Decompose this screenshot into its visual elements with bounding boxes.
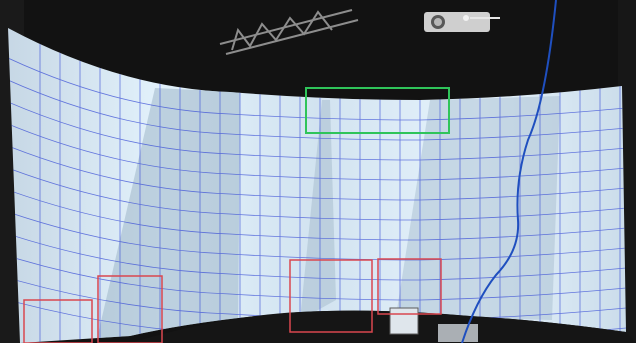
projector bbox=[424, 12, 500, 32]
curved-projection-screen-photo bbox=[0, 0, 636, 343]
